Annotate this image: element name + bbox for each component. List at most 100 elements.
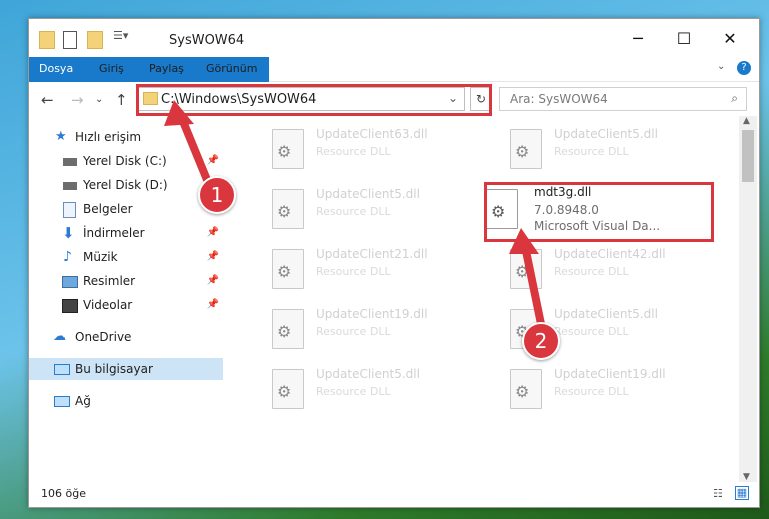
arrow-2-shaft	[521, 242, 545, 328]
dll-file-icon: ⚙	[272, 249, 304, 289]
nav-item-music[interactable]: ♪ Müzik 📌	[29, 246, 223, 268]
file-name: UpdateClient63.dll	[316, 127, 428, 141]
file-item[interactable]: ⚙ UpdateClient5.dll Resource DLL	[482, 123, 702, 173]
ribbon: Dosya Giriş Paylaş Görünüm ⌄ ?	[29, 57, 759, 107]
help-icon[interactable]: ?	[737, 61, 751, 75]
forward-icon[interactable]: →	[71, 91, 84, 109]
dll-file-icon: ⚙	[272, 189, 304, 229]
nav-label: Belgeler	[83, 202, 133, 216]
nav-label: Resimler	[83, 274, 136, 288]
nav-label: Yerel Disk (C:)	[83, 154, 167, 168]
search-icon[interactable]: ⌕	[731, 91, 738, 106]
network-icon	[54, 396, 70, 407]
gear-icon: ⚙	[277, 142, 292, 161]
dll-file-icon: ⚙	[272, 129, 304, 169]
nav-label: OneDrive	[75, 330, 132, 344]
nav-label: Hızlı erişim	[75, 130, 142, 144]
file-type: Resource DLL	[554, 325, 629, 338]
step-badge-2: 2	[522, 322, 560, 360]
dll-file-icon: ⚙	[510, 369, 542, 409]
dll-file-icon: ⚙	[272, 369, 304, 409]
file-name: UpdateClient5.dll	[316, 367, 420, 381]
maximize-button[interactable]: ☐	[661, 19, 707, 57]
file-name: UpdateClient19.dll	[316, 307, 428, 321]
pin-icon[interactable]: 📌	[207, 246, 219, 268]
file-name: UpdateClient19.dll	[554, 367, 666, 381]
file-item[interactable]: ⚙ UpdateClient5.dll Resource DLL	[244, 183, 464, 233]
window-title: SysWOW64	[169, 33, 245, 48]
arrow-1-head	[164, 100, 194, 126]
file-type: Resource DLL	[554, 265, 629, 278]
computer-icon	[54, 364, 70, 375]
drive-icon	[63, 158, 77, 166]
file-name: UpdateClient5.dll	[554, 307, 658, 321]
file-type: Resource DLL	[554, 145, 629, 158]
nav-item-videos[interactable]: Videolar 📌	[29, 294, 223, 316]
nav-label: Müzik	[83, 250, 118, 264]
large-icons-view-icon[interactable]: ▦	[735, 486, 749, 500]
file-name: UpdateClient5.dll	[316, 187, 420, 201]
scroll-down-icon[interactable]: ▼	[743, 472, 750, 482]
cloud-icon: ☁	[53, 329, 66, 344]
file-name: UpdateClient42.dll	[554, 247, 666, 261]
file-item[interactable]: ⚙ UpdateClient19.dll Resource DLL	[482, 363, 702, 413]
scroll-up-icon[interactable]: ▲	[743, 116, 750, 126]
new-folder-icon[interactable]	[87, 31, 103, 49]
back-icon[interactable]: ←	[41, 91, 54, 109]
nav-item-pictures[interactable]: Resimler 📌	[29, 270, 223, 292]
star-icon: ★	[55, 129, 67, 144]
tab-gorunum[interactable]: Görünüm	[196, 57, 267, 81]
arrow-2	[509, 228, 545, 328]
dll-file-icon: ⚙	[272, 309, 304, 349]
tab-paylas[interactable]: Paylaş	[139, 57, 194, 81]
scrollbar-thumb[interactable]	[742, 130, 754, 182]
file-item[interactable]: ⚙ UpdateClient5.dll Resource DLL	[244, 363, 464, 413]
minimize-button[interactable]: ─	[615, 19, 661, 57]
drive-icon	[63, 182, 77, 190]
file-item[interactable]: ⚙ UpdateClient21.dll Resource DLL	[244, 243, 464, 293]
gear-icon: ⚙	[277, 262, 292, 281]
details-view-icon[interactable]: ☷	[713, 487, 723, 500]
recent-locations-icon[interactable]: ⌄	[95, 94, 103, 105]
up-icon[interactable]: ↑	[115, 91, 128, 109]
file-type: Resource DLL	[316, 265, 391, 278]
title-bar: ☰▾ SysWOW64 ─ ☐ ✕	[29, 19, 759, 57]
nav-item-onedrive[interactable]: ☁ OneDrive	[29, 326, 223, 348]
nav-label: Yerel Disk (D:)	[83, 178, 168, 192]
pin-icon[interactable]: 📌	[207, 270, 219, 292]
file-item[interactable]: ⚙ UpdateClient63.dll Resource DLL	[244, 123, 464, 173]
file-name: UpdateClient5.dll	[554, 127, 658, 141]
step-badge-1: 1	[198, 176, 236, 214]
gear-icon: ⚙	[515, 142, 530, 161]
file-type: Resource DLL	[316, 145, 391, 158]
file-type: Resource DLL	[554, 385, 629, 398]
file-item[interactable]: ⚙ UpdateClient19.dll Resource DLL	[244, 303, 464, 353]
video-icon	[62, 299, 78, 313]
nav-label: Ağ	[75, 394, 91, 408]
nav-label: Videolar	[83, 298, 133, 312]
close-button[interactable]: ✕	[707, 19, 753, 57]
document-icon	[63, 202, 76, 218]
search-input[interactable]: Ara: SysWOW64	[510, 92, 608, 106]
pin-icon[interactable]: 📌	[207, 294, 219, 316]
file-type: Resource DLL	[316, 385, 391, 398]
arrow-2-head	[509, 228, 539, 254]
nav-item-this-pc[interactable]: Bu bilgisayar	[29, 358, 223, 380]
nav-item-network[interactable]: Ağ	[29, 390, 223, 412]
file-type: Resource DLL	[316, 325, 391, 338]
pin-icon[interactable]: 📌	[207, 222, 219, 244]
vertical-scrollbar[interactable]: ▲ ▼	[739, 116, 757, 482]
nav-label: Bu bilgisayar	[75, 362, 153, 376]
folder-icon[interactable]	[39, 31, 55, 49]
gear-icon: ⚙	[277, 322, 292, 341]
customize-toolbar-icon[interactable]: ☰▾	[113, 29, 137, 45]
file-type: Resource DLL	[316, 205, 391, 218]
tab-giris[interactable]: Giriş	[89, 57, 134, 81]
expand-ribbon-icon[interactable]: ⌄	[717, 61, 725, 72]
status-bar: 106 öğe ☷ ▦	[29, 482, 759, 506]
properties-icon[interactable]	[63, 31, 77, 49]
item-count: 106 öğe	[41, 487, 86, 500]
music-icon: ♪	[63, 249, 72, 265]
search-box[interactable]: Ara: SysWOW64 ⌕	[499, 87, 747, 111]
nav-item-downloads[interactable]: ⬇ İndirmeler 📌	[29, 222, 223, 244]
